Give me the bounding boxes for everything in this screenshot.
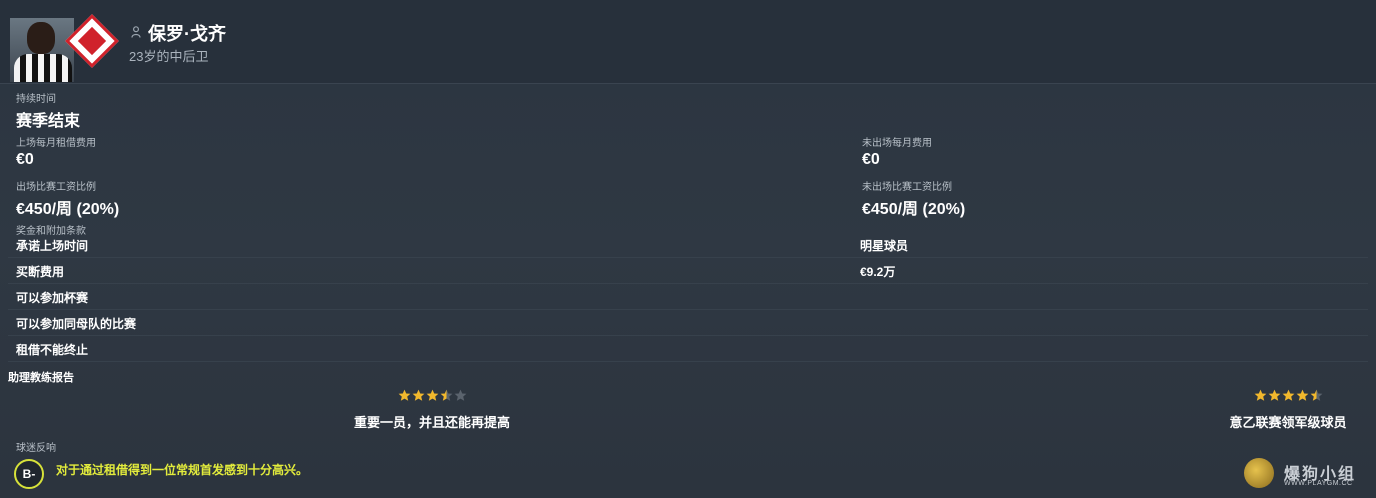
player-photo[interactable] <box>10 18 74 82</box>
wage-played-label: 出场比赛工资比例 <box>16 182 96 193</box>
fan-reaction-label: 球迷反响 <box>16 443 56 454</box>
potential-ability-text: 意乙联赛领军级球员 <box>1229 415 1347 430</box>
clause-right: €9.2万 <box>860 265 896 279</box>
row-divider <box>8 283 1368 284</box>
star-icon <box>1282 389 1295 401</box>
player-name[interactable]: 保罗·戈齐 <box>148 20 226 46</box>
monthly-fee-played-value: €0 <box>16 151 34 168</box>
watermark-logo-icon <box>1244 458 1274 488</box>
coach-report-label: 助理教练报告 <box>8 372 74 384</box>
duration-label: 持续时间 <box>16 94 56 105</box>
watermark-url: WWW.PLAYGM.CC <box>1284 480 1353 487</box>
current-ability-text: 重要一员，并且还能再提高 <box>353 415 510 430</box>
monthly-fee-unplayed-label: 未出场每月费用 <box>862 138 932 149</box>
row-divider <box>8 335 1368 336</box>
star-icon <box>1268 389 1281 401</box>
star-icon <box>1310 389 1323 401</box>
star-icon <box>1296 389 1309 401</box>
star-icon <box>1254 389 1267 401</box>
star-icon <box>398 389 411 401</box>
wage-unplayed-value: €450/周 (20%) <box>862 201 966 218</box>
loan-offer-panel: 保罗·戈齐 23岁的中后卫 持续时间 赛季结束 上场每月租借费用 €0 未出场每… <box>0 0 1376 498</box>
watermark: 爆狗小组 WWW.PLAYGM.CC <box>1244 458 1372 494</box>
current-ability-stars <box>398 389 467 403</box>
row-divider <box>8 309 1368 310</box>
star-icon <box>426 389 439 401</box>
person-icon <box>131 26 141 38</box>
duration-value: 赛季结束 <box>16 113 81 130</box>
clause-left: 租借不能终止 <box>16 343 89 357</box>
row-divider <box>8 361 1368 362</box>
wage-unplayed-label: 未出场比赛工资比例 <box>862 182 952 193</box>
clause-left: 可以参加杯赛 <box>16 291 89 305</box>
fan-grade-badge: B- <box>14 459 44 489</box>
bonus-label: 奖金和附加条款 <box>16 226 86 237</box>
potential-ability-stars <box>1254 389 1323 403</box>
clause-left: 承诺上场时间 <box>16 239 89 253</box>
star-icon <box>454 389 467 401</box>
monthly-fee-unplayed-value: €0 <box>862 151 880 168</box>
row-divider <box>8 257 1368 258</box>
clause-left: 买断费用 <box>16 265 65 279</box>
fan-reaction-text: 对于通过租借得到一位常规首发感到十分高兴。 <box>56 463 309 477</box>
star-icon <box>412 389 425 401</box>
star-icon <box>440 389 453 401</box>
monthly-fee-played-label: 上场每月租借费用 <box>16 138 96 149</box>
wage-played-value: €450/周 (20%) <box>16 201 120 218</box>
clause-right: 明星球员 <box>860 239 909 253</box>
player-subtitle: 23岁的中后卫 <box>129 49 209 64</box>
clause-left: 可以参加同母队的比赛 <box>16 317 137 331</box>
player-header: 保罗·戈齐 23岁的中后卫 <box>0 0 1376 84</box>
